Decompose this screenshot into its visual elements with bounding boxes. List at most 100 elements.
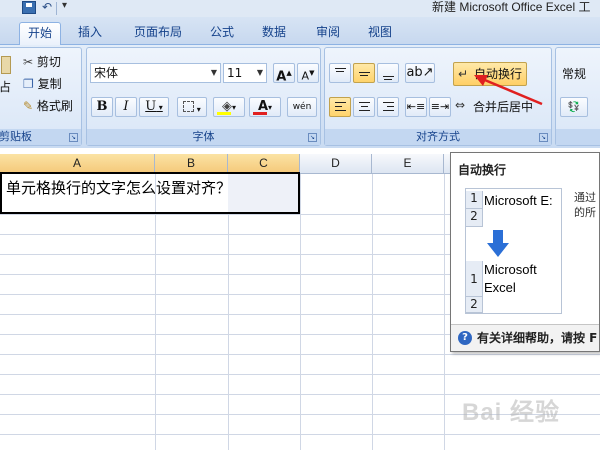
- tab-view[interactable]: 视图: [359, 22, 401, 45]
- gridline: [0, 374, 600, 375]
- top-align-icon: [335, 68, 346, 69]
- chevron-down-icon: ▼: [210, 68, 217, 77]
- underline-icon: U: [145, 99, 157, 114]
- align-left-button[interactable]: [329, 97, 351, 117]
- underline-button[interactable]: U ▾: [139, 97, 169, 117]
- demo-row-header: 2: [466, 297, 483, 313]
- scissors-icon: ✂: [23, 55, 34, 69]
- top-align-button[interactable]: [329, 63, 351, 83]
- paste-icon[interactable]: [1, 56, 11, 74]
- ribbon-tabs: 开始 插入 页面布局 公式 数据 审阅 视图: [0, 17, 600, 45]
- middle-align-button[interactable]: [353, 63, 375, 83]
- tab-home[interactable]: 开始: [19, 22, 61, 45]
- qat-customize-icon[interactable]: ▾: [62, 0, 67, 11]
- column-header-d[interactable]: D: [300, 154, 372, 174]
- currency-format-button[interactable]: 💱: [560, 97, 588, 117]
- cell-a1-text[interactable]: 单元格换行的文字怎么设置对齐？: [6, 177, 231, 198]
- tooltip-desc-line: 的所: [574, 206, 596, 219]
- align-right-icon: [383, 102, 394, 103]
- orientation-icon: ab↗: [406, 65, 434, 80]
- clipboard-group: 占 ✂ 剪切 ❐ 复制 ✎ 格式刷 剪贴板 ↘: [0, 47, 82, 146]
- help-icon: ?: [458, 331, 472, 345]
- demo-after-line1: Microsoft: [484, 262, 537, 277]
- gridline: [444, 174, 445, 450]
- font-name-value: 宋体: [94, 66, 119, 80]
- increase-indent-icon: ≡⇥: [430, 100, 450, 113]
- format-painter-button[interactable]: ✎ 格式刷: [23, 97, 73, 114]
- orientation-button[interactable]: ab↗: [405, 63, 435, 83]
- bottom-align-button[interactable]: [377, 63, 399, 83]
- font-color-button[interactable]: A▾: [249, 97, 281, 117]
- tab-page-layout[interactable]: 页面布局: [124, 22, 192, 45]
- font-size-value: 11: [227, 66, 243, 80]
- column-header-c[interactable]: C: [228, 154, 300, 174]
- cut-label: 剪切: [36, 55, 61, 69]
- bottom-align-icon: [383, 76, 394, 77]
- clipboard-launcher-icon[interactable]: ↘: [69, 133, 78, 142]
- tooltip-help-text: 有关详细帮助，请按 F: [477, 331, 598, 345]
- align-center-icon: [361, 106, 368, 107]
- gridline: [300, 174, 301, 450]
- number-format-combo[interactable]: 常规: [562, 65, 586, 82]
- fill-color-button[interactable]: ◈▾: [213, 97, 245, 117]
- align-center-button[interactable]: [353, 97, 375, 117]
- align-right-button[interactable]: [377, 97, 399, 117]
- shrink-font-button[interactable]: A▼: [297, 63, 319, 83]
- align-right-icon: [383, 110, 394, 111]
- tooltip-description: 通过 的所: [574, 190, 596, 220]
- demo-row-header: 1: [466, 261, 483, 297]
- save-icon[interactable]: [22, 1, 36, 14]
- format-painter-label: 格式刷: [36, 99, 73, 113]
- align-left-icon: [335, 110, 346, 111]
- window-title: 新建 Microsoft Office Excel 工: [432, 0, 591, 14]
- font-size-combo[interactable]: 11 ▼: [223, 63, 267, 83]
- bottom-align-icon: [384, 79, 392, 80]
- undo-icon[interactable]: ↶: [42, 0, 52, 14]
- top-align-icon: [336, 71, 344, 72]
- decrease-indent-icon: ⇤≡: [406, 100, 426, 113]
- paste-label[interactable]: 占: [0, 78, 11, 95]
- chevron-down-icon: ▼: [256, 68, 263, 77]
- currency-icon: 💱: [567, 102, 581, 113]
- phonetic-button[interactable]: wén: [287, 97, 317, 117]
- gridline: [0, 354, 600, 355]
- gridline: [0, 434, 600, 435]
- copy-button[interactable]: ❐ 复制: [23, 75, 62, 92]
- cut-button[interactable]: ✂ 剪切: [23, 53, 61, 70]
- font-name-combo[interactable]: 宋体 ▼: [90, 63, 221, 83]
- shrink-font-icon: A: [301, 69, 310, 83]
- font-group-label: 字体: [87, 129, 320, 145]
- align-left-icon: [335, 102, 346, 103]
- alignment-launcher-icon[interactable]: ↘: [539, 133, 548, 142]
- qat-separator: [56, 2, 57, 15]
- increase-indent-button[interactable]: ≡⇥: [429, 97, 451, 117]
- gridline: [155, 174, 156, 450]
- column-header-b[interactable]: B: [155, 154, 228, 174]
- decrease-indent-button[interactable]: ⇤≡: [405, 97, 427, 117]
- tab-review[interactable]: 审阅: [307, 22, 349, 45]
- number-group: 常规 💱: [555, 47, 600, 146]
- copy-icon: ❐: [23, 77, 34, 91]
- number-group-label: [556, 129, 600, 145]
- column-header-a[interactable]: A: [0, 154, 155, 174]
- font-launcher-icon[interactable]: ↘: [308, 133, 317, 142]
- alignment-group-label: 对齐方式: [325, 129, 551, 145]
- borders-button[interactable]: ▾: [177, 97, 207, 117]
- gridline: [228, 174, 229, 450]
- column-header-e[interactable]: E: [372, 154, 444, 174]
- tab-insert[interactable]: 插入: [69, 22, 111, 45]
- demo-row-header: 1: [466, 191, 483, 209]
- align-center-icon: [359, 102, 370, 103]
- wrap-text-icon: ↵: [458, 67, 469, 81]
- tab-data[interactable]: 数据: [253, 22, 295, 45]
- copy-label: 复制: [37, 77, 62, 91]
- italic-button[interactable]: I: [115, 97, 137, 117]
- red-arrow-annotation: [474, 75, 543, 106]
- gridline: [372, 174, 373, 450]
- phonetic-icon: wén: [292, 102, 312, 112]
- middle-align-icon: [359, 72, 370, 73]
- tab-formulas[interactable]: 公式: [201, 22, 243, 45]
- grow-font-button[interactable]: A▲: [273, 63, 295, 84]
- align-right-icon: [387, 106, 394, 107]
- bold-button[interactable]: B: [91, 97, 113, 117]
